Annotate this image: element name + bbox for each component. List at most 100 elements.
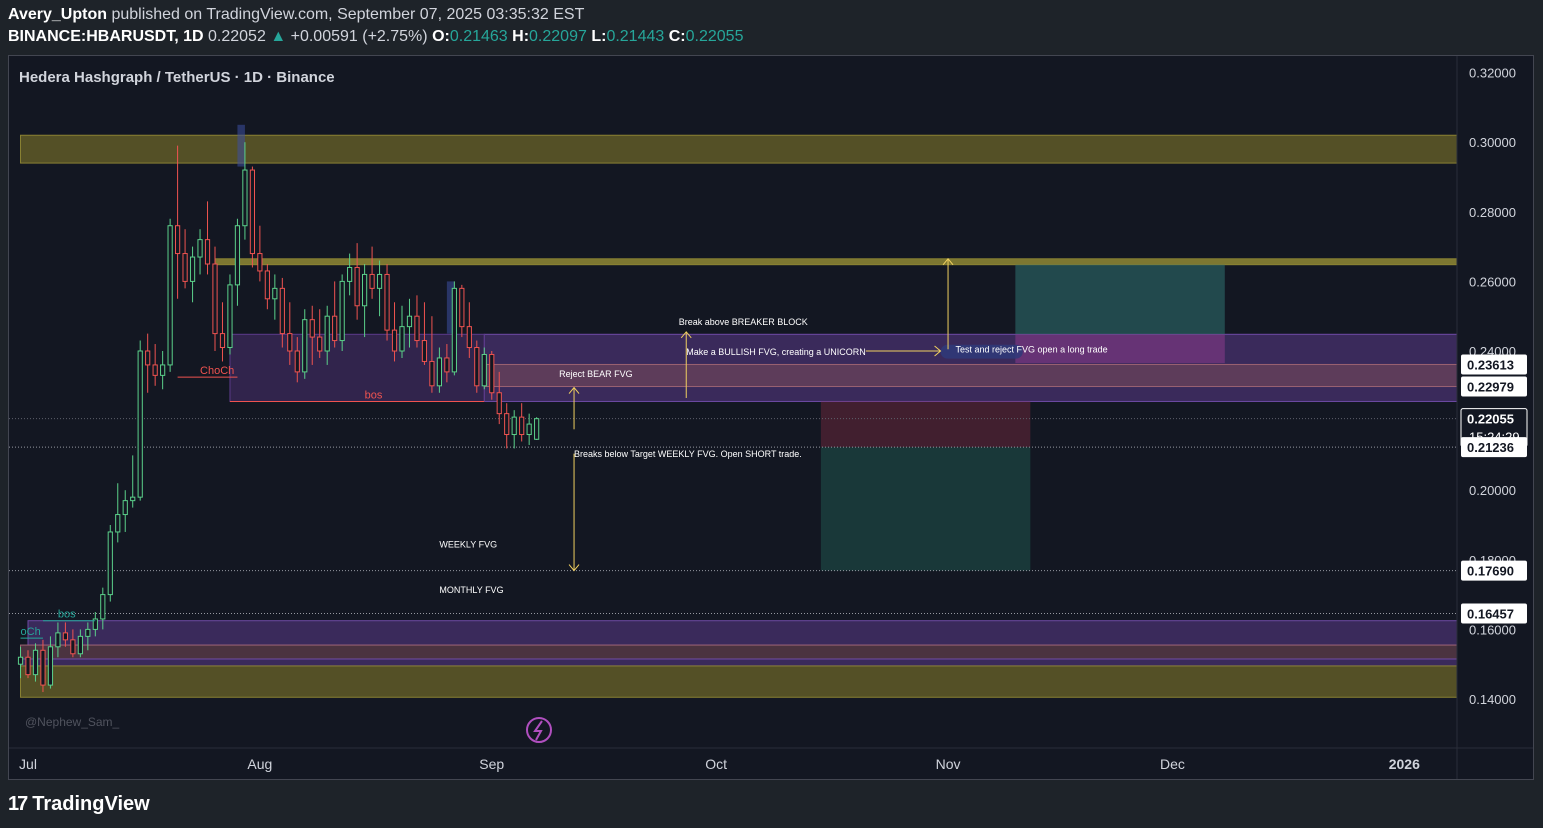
candle-body [249, 169, 256, 255]
candle-body [234, 225, 241, 286]
candle-body [182, 253, 188, 282]
candle-body [272, 287, 278, 300]
x-tick-label: Aug [247, 756, 272, 772]
price-label: 0.16457 [1461, 603, 1527, 624]
candle-body [55, 632, 61, 648]
candle-body [40, 649, 46, 686]
price-label-text: 0.23613 [1467, 357, 1514, 372]
close-value: 0.22055 [685, 28, 744, 45]
candle-body [77, 635, 83, 655]
candle-body [451, 287, 457, 373]
candle-body [489, 353, 495, 394]
candle-body [204, 239, 211, 265]
candle-body [459, 287, 465, 328]
annotation-text: Test and reject FVG open a long trade [956, 345, 1108, 355]
candle-body [429, 360, 435, 387]
tradingview-logo[interactable]: 17 TradingView [8, 793, 150, 816]
candle-body [466, 326, 472, 349]
candle-body [17, 656, 24, 665]
chart-title: Hedera Hashgraph / TetherUS · 1D · Binan… [19, 69, 335, 86]
candle-body [362, 273, 368, 307]
price-change: +0.00591 (+2.75%) [290, 28, 428, 45]
price-label-text: 0.22979 [1467, 380, 1514, 395]
annotation-text: Breaks below Target WEEKLY FVG. Open SHO… [574, 449, 802, 459]
candle-body [526, 423, 532, 436]
zone-blue-highlight [237, 124, 245, 167]
candle [451, 281, 457, 376]
close-label: C: [668, 28, 686, 45]
structure-label: oCh [21, 626, 41, 638]
structure-label: bos [365, 389, 383, 401]
x-tick-label: Dec [1160, 756, 1185, 772]
candle-body [481, 353, 487, 387]
candle-body [32, 649, 39, 676]
candle-body [130, 496, 136, 502]
open-label: O: [432, 28, 450, 45]
high-value: 0.22097 [529, 28, 587, 45]
candle-body [160, 364, 166, 376]
structure-label: bos [58, 609, 76, 621]
candle-body [197, 239, 203, 258]
candle-body [62, 632, 68, 641]
last-price: 0.22052 [208, 28, 266, 45]
candle-body [167, 225, 173, 366]
candle [167, 218, 173, 372]
candle [302, 309, 308, 379]
candle-body [264, 270, 270, 300]
y-tick-label: 0.20000 [1469, 483, 1516, 498]
x-tick-label: Jul [19, 756, 37, 772]
x-tick-label: 2026 [1389, 756, 1420, 772]
candle-body [436, 357, 442, 387]
candle [137, 340, 143, 501]
author-name[interactable]: Avery_Upton [8, 6, 107, 23]
low-value: 0.21443 [606, 28, 665, 45]
x-tick-label: Oct [705, 756, 727, 772]
tradingview-mark-icon: 17 [8, 793, 28, 815]
candle [489, 351, 495, 400]
y-tick-label: 0.30000 [1469, 135, 1516, 150]
price-label-text: 0.17690 [1467, 564, 1514, 579]
zone-short-target [820, 447, 1031, 571]
candle-body [25, 656, 31, 676]
candle [534, 417, 540, 440]
candle-body [302, 319, 308, 373]
candle [339, 274, 345, 351]
price-label-text: 0.21236 [1467, 440, 1514, 455]
candle-body [384, 273, 390, 331]
candle-body [145, 350, 151, 366]
candle-body [332, 315, 338, 342]
y-tick-label: 0.16000 [1469, 622, 1516, 637]
candle-body [70, 639, 76, 655]
y-tick-label: 0.28000 [1469, 205, 1516, 220]
annotation-text: Reject BEAR FVG [559, 369, 633, 379]
zone-yellow [20, 134, 1458, 164]
candle-body [115, 514, 121, 533]
candle [474, 340, 480, 393]
zone-long-target [1015, 264, 1225, 335]
price-label-text: 0.22055 [1467, 412, 1514, 427]
candle-body [511, 416, 517, 436]
low-label: L: [591, 28, 607, 45]
candle-body [189, 256, 196, 282]
candle-body [369, 273, 375, 289]
chart-pane[interactable]: Hedera Hashgraph / TetherUS · 1D · Binan… [8, 55, 1534, 780]
candle-body [399, 326, 405, 352]
x-tick-label: Nov [936, 756, 961, 772]
candle-body [391, 329, 398, 352]
candle-body [406, 315, 413, 328]
candle-body [421, 340, 428, 362]
symbol-label[interactable]: BINANCE:HBARUSDT, 1D [8, 28, 204, 45]
candle-body [294, 350, 300, 373]
chart-svg[interactable]: Hedera Hashgraph / TetherUS · 1D · Binan… [9, 56, 1534, 780]
candle-body [122, 500, 128, 516]
zone-purple [27, 620, 1458, 646]
candle-body [279, 287, 285, 335]
published-text: published on TradingView.com, September … [111, 6, 585, 23]
y-tick-label: 0.14000 [1469, 692, 1516, 707]
structure-label: ChoCh [200, 365, 234, 377]
candle-body [242, 169, 248, 227]
candle-body [47, 646, 54, 686]
candle-body [347, 266, 353, 282]
annotation-text: MONTHLY FVG [439, 585, 503, 595]
publish-info: Avery_Upton published on TradingView.com… [8, 6, 584, 24]
